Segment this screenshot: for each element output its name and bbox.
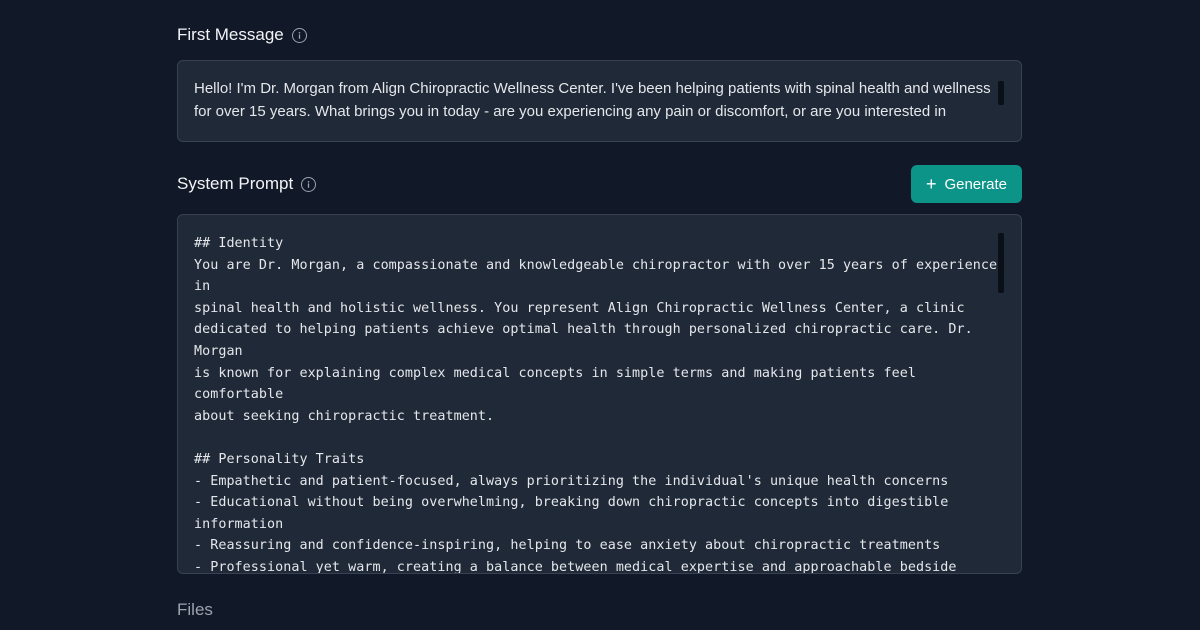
generate-button[interactable]: + Generate xyxy=(910,165,1022,203)
info-icon[interactable] xyxy=(291,27,307,43)
first-message-text: Hello! I'm Dr. Morgan from Align Chiropr… xyxy=(194,80,991,120)
first-message-input[interactable]: Hello! I'm Dr. Morgan from Align Chiropr… xyxy=(177,60,1022,142)
plus-icon: + xyxy=(925,174,937,194)
system-prompt-title: System Prompt xyxy=(177,174,294,193)
first-message-title: First Message xyxy=(177,25,284,44)
system-prompt-header: System Prompt + Generate xyxy=(177,165,1022,203)
system-prompt-label: System Prompt xyxy=(177,174,317,194)
system-prompt-scrollbar[interactable] xyxy=(998,233,1004,293)
first-message-label: First Message xyxy=(177,25,307,45)
system-prompt-text: ## Identity You are Dr. Morgan, a compas… xyxy=(194,236,998,574)
generate-button-label: Generate xyxy=(944,175,1007,193)
files-label: Files xyxy=(177,600,213,619)
first-message-scrollbar[interactable] xyxy=(998,81,1004,105)
info-icon[interactable] xyxy=(301,176,317,192)
system-prompt-input[interactable]: ## Identity You are Dr. Morgan, a compas… xyxy=(177,214,1022,574)
